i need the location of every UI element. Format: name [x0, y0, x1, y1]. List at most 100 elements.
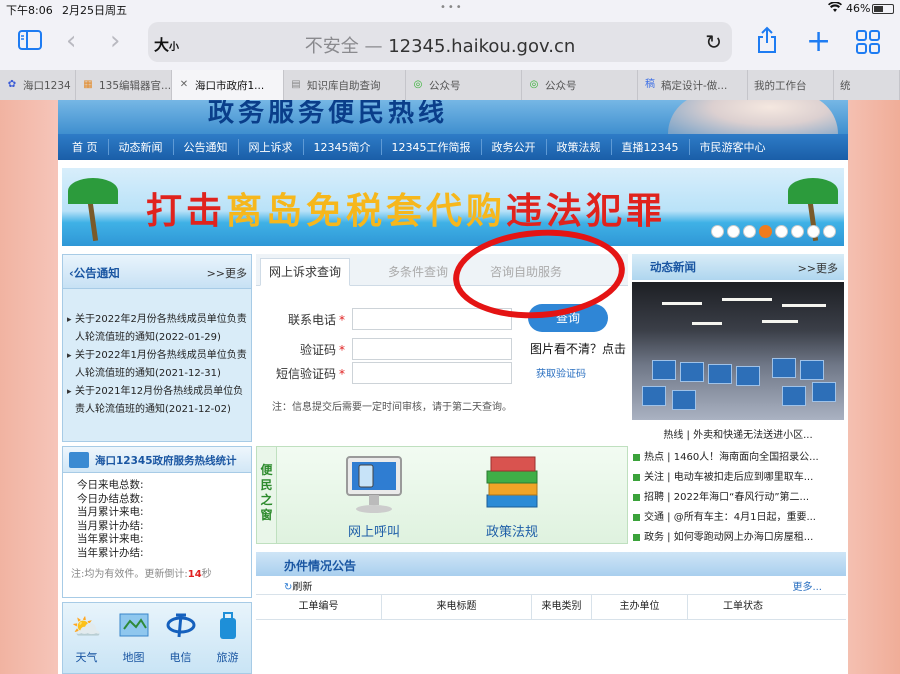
bulletin-table-header: 工单编号 来电标题 来电类别 主办单位 工单状态: [256, 594, 846, 620]
reload-icon[interactable]: ↻: [705, 30, 722, 54]
required-mark: *: [339, 343, 346, 357]
wechat-icon: ◎: [529, 79, 539, 90]
forward-icon[interactable]: ›: [110, 26, 120, 56]
wifi-icon: [828, 1, 842, 16]
get-sms-code-link[interactable]: 获取验证码: [536, 365, 586, 380]
browser-tab[interactable]: ◎ 公众号: [406, 70, 522, 100]
nav-item[interactable]: 12345简介: [304, 139, 382, 155]
multitask-dots-icon[interactable]: •••: [440, 2, 464, 13]
website: 政务服务便民热线 首 页动态新闻 公告通知 网上诉求 12345简介 12345工作简报…: [58, 100, 848, 674]
status-date: 2月25日周五: [62, 4, 127, 17]
refresh-button[interactable]: ↻刷新: [284, 578, 312, 593]
sidebar-icon[interactable]: [18, 30, 42, 56]
tab-multi-query[interactable]: 多条件查询: [380, 256, 456, 288]
service-weather[interactable]: ⛅ 天气: [67, 611, 107, 673]
carousel-dot[interactable]: [711, 225, 724, 238]
stats-note-suffix: 秒: [201, 569, 212, 580]
convenience-side-label: 便民之窗: [257, 447, 277, 543]
list-item[interactable]: 关注 | 电动车被扣走后应到哪里取车...: [632, 468, 844, 488]
news-photo[interactable]: [632, 282, 844, 420]
browser-tab[interactable]: 我的工作台: [748, 70, 834, 100]
back-icon[interactable]: ‹: [66, 26, 76, 56]
ceiling-light: [692, 322, 722, 325]
travel-icon: [212, 611, 244, 643]
hero-title-part3: 违法犯罪: [506, 191, 667, 232]
browser-tab-bar: ✿ 海口1234 ▦ 135编辑器官... ✕ 海口市政府1... ▤ 知识库自助查询 ◎ 公众号…: [0, 70, 900, 100]
notice-more-link[interactable]: >>更多: [207, 265, 247, 281]
status-time: 下午8:06: [6, 4, 53, 17]
nav-item[interactable]: 12345工作简报: [382, 139, 482, 155]
service-map[interactable]: 地图: [114, 611, 154, 673]
nav-item[interactable]: 动态新闻: [109, 139, 174, 155]
notice-panel-header: ‹公告通知 >>更多: [63, 255, 251, 289]
captcha-image-hint[interactable]: 图片看不清？点击: [530, 340, 626, 357]
list-item[interactable]: 关于2021年12月份各热线成员单位负责人轮流值班的通知(2021-12-02): [67, 383, 247, 419]
design-icon: 稿: [645, 79, 655, 90]
browser-tab[interactable]: ✕ 海口市政府1...: [172, 70, 284, 100]
browser-tab[interactable]: ▦ 135编辑器官...: [76, 70, 172, 100]
editor-icon: ▦: [83, 79, 93, 90]
browser-tab[interactable]: ✿ 海口1234: [0, 70, 76, 100]
captcha-input[interactable]: [352, 338, 512, 360]
nav-item[interactable]: 公告通知: [174, 139, 239, 155]
sms-code-input[interactable]: [352, 362, 512, 384]
nav-item[interactable]: 直播12345: [612, 139, 690, 155]
carousel-dot[interactable]: [823, 225, 836, 238]
stats-panel: 海口12345政府服务热线统计 今日来电总数: 今日办结总数: 当月累计来电: …: [62, 446, 252, 598]
browser-tab-label: 135编辑器官...: [99, 79, 172, 92]
nav-item[interactable]: 政策法规: [547, 139, 612, 155]
list-item[interactable]: 招聘 | 2022年海口“春风行动”第二...: [632, 488, 844, 508]
nav-item[interactable]: 政务公开: [482, 139, 547, 155]
carousel-dot[interactable]: [807, 225, 820, 238]
captcha-label: 验证码 *: [300, 341, 345, 358]
column-header: 工单编号: [256, 595, 382, 619]
stats-note: 注:均为有效件。更新倒计:14秒: [71, 565, 212, 580]
nav-item[interactable]: 网上诉求: [239, 139, 304, 155]
bulletin-more-link[interactable]: 更多...: [792, 578, 822, 593]
tab-overview-icon[interactable]: [856, 30, 880, 60]
list-item[interactable]: 热点 | 1460人！海南面向全国招录公...: [632, 448, 844, 468]
browser-tab-label: 稿定设计-做...: [661, 79, 728, 92]
carousel-dot[interactable]: [727, 225, 740, 238]
news-more-link[interactable]: >>更多: [798, 260, 838, 276]
carousel-dot[interactable]: [791, 225, 804, 238]
address-bar[interactable]: 大小 不安全 — 12345.haikou.gov.cn ↻: [148, 22, 732, 62]
list-item[interactable]: 交通 | @所有车主：4月1日起，重要...: [632, 508, 844, 528]
news-photo-caption[interactable]: 热线 | 外卖和快递无法送进小区...: [632, 426, 844, 441]
quick-services: ⛅ 天气 地图 电信 旅游: [62, 602, 252, 674]
list-item[interactable]: 政务 | 如何零跑动网上办海口房屋租...: [632, 528, 844, 548]
browser-tab-label: 海口市政府1...: [195, 79, 265, 92]
nav-item[interactable]: 首 页: [62, 139, 109, 155]
policy-link[interactable]: 政策法规: [457, 453, 567, 540]
browser-tab[interactable]: 统: [834, 70, 900, 100]
browser-tab-label: 知识库自助查询: [307, 79, 381, 92]
service-travel[interactable]: 旅游: [208, 611, 248, 673]
paw-icon: ✿: [7, 79, 17, 90]
browser-tab[interactable]: ◎ 公众号: [522, 70, 638, 100]
browser-tab-label: 公众号: [545, 79, 577, 92]
column-header: 来电类别: [532, 595, 592, 619]
new-tab-icon[interactable]: +: [806, 24, 831, 59]
carousel-dot[interactable]: [743, 225, 756, 238]
news-panel: 动态新闻 >>更多 热线 | 外卖和快递无法送进小区... 热点 | 1460人…: [632, 254, 844, 544]
online-call-link[interactable]: 网上呼叫: [319, 453, 429, 540]
list-item[interactable]: 关于2022年1月份各热线成员单位负责人轮流值班的通知(2021-12-31): [67, 347, 247, 383]
nav-item[interactable]: 市民游客中心: [690, 139, 776, 155]
carousel-dot[interactable]: [775, 225, 788, 238]
carousel-dot[interactable]: [759, 225, 772, 238]
refresh-label: 刷新: [292, 582, 313, 593]
list-item[interactable]: 关于2022年2月份各热线成员单位负责人轮流值班的通知(2022-01-29): [67, 311, 247, 347]
stats-row: 今日办结总数:: [77, 492, 144, 505]
tab-online-query[interactable]: 网上诉求查询: [260, 258, 351, 286]
office-desk: [708, 364, 732, 384]
hero-banner[interactable]: 打击离岛免税套代购违法犯罪: [62, 168, 844, 246]
url-display[interactable]: 不安全 — 12345.haikou.gov.cn: [148, 32, 732, 58]
stats-row: 当年累计来电:: [77, 533, 144, 545]
stats-row: 今日来电总数:: [77, 479, 144, 491]
bulletin-title: 办件情况公告: [284, 559, 357, 573]
ceiling-light: [782, 304, 826, 307]
service-telecom[interactable]: 电信: [161, 611, 201, 673]
browser-tab[interactable]: 稿稿定设计-做...: [638, 70, 748, 100]
browser-tab[interactable]: ▤ 知识库自助查询: [284, 70, 406, 100]
share-icon[interactable]: [756, 26, 778, 60]
